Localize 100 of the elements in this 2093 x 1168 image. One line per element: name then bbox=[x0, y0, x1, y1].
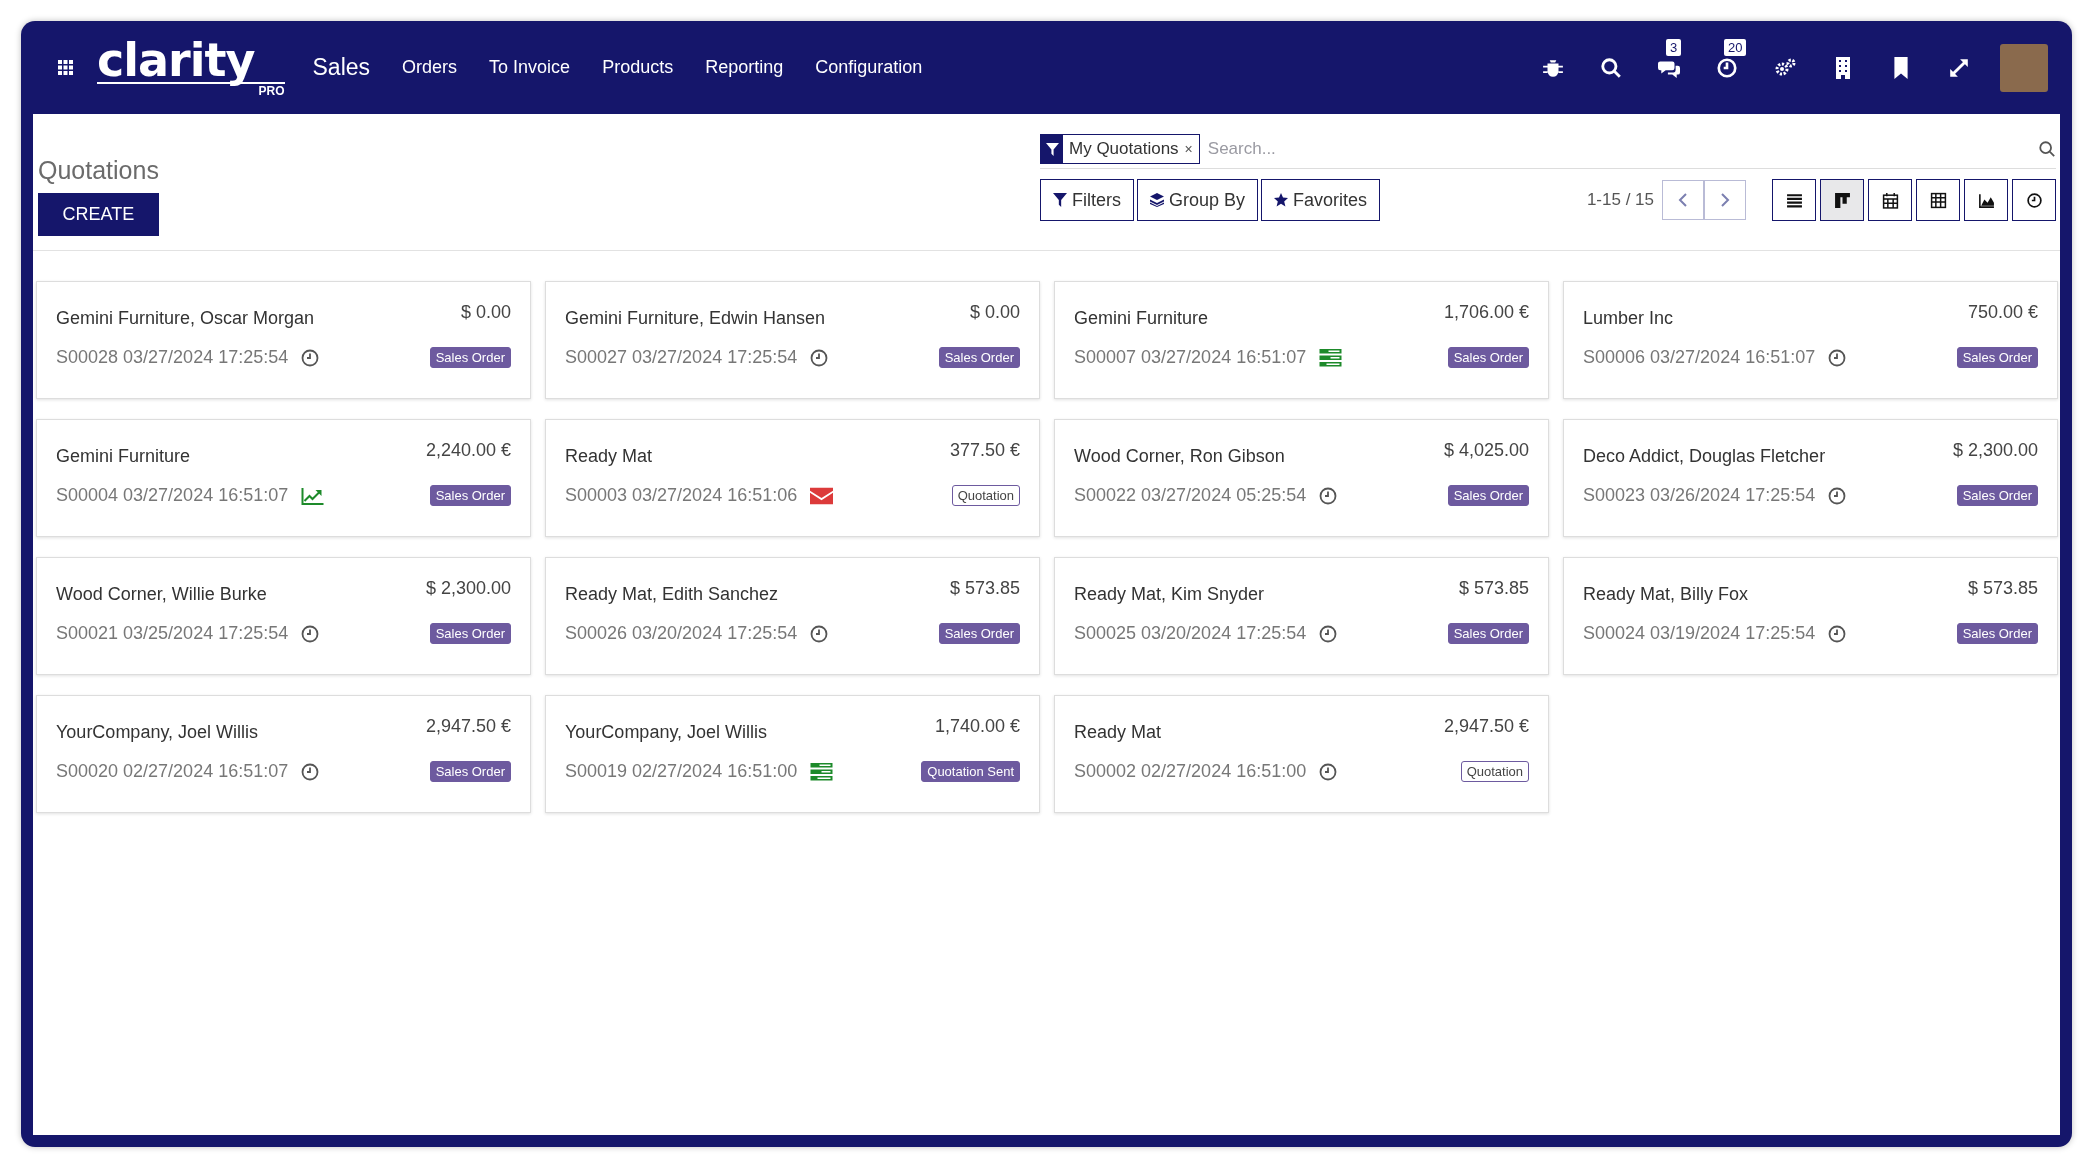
app-name[interactable]: Sales bbox=[312, 54, 371, 81]
customer-name: Ready Mat bbox=[565, 446, 653, 467]
customer-name: Wood Corner, Ron Gibson bbox=[1074, 446, 1285, 467]
create-button[interactable]: CREATE bbox=[38, 193, 159, 236]
clock-icon[interactable] bbox=[1319, 486, 1338, 505]
group-by-button[interactable]: Group By bbox=[1137, 179, 1259, 221]
customer-name: Wood Corner, Willie Burke bbox=[56, 584, 267, 605]
list-icon bbox=[1785, 191, 1803, 209]
quotation-card[interactable]: Lumber Inc 750.00 € S00006 03/27/2024 16:51:07 Sales Order bbox=[1563, 281, 2058, 399]
amount: $ 573.85 bbox=[1458, 578, 1529, 599]
order-reference: S00028 03/27/2024 17:25:54 bbox=[56, 347, 289, 368]
order-reference: S00022 03/27/2024 05:25:54 bbox=[1074, 485, 1307, 506]
amount: 1,706.00 € bbox=[1443, 302, 1529, 323]
quotation-card[interactable]: Wood Corner, Ron Gibson $ 4,025.00 S00022 03/27/2024 05:25:54 Sales Order bbox=[1054, 419, 1549, 537]
clock-icon[interactable] bbox=[1319, 762, 1338, 781]
apps-grid-icon[interactable] bbox=[58, 60, 73, 75]
menu-item[interactable]: Products bbox=[602, 57, 674, 78]
quotation-card[interactable]: Gemini Furniture, Edwin Hansen $ 0.00 S00027 03/27/2024 17:25:54 Sales Order bbox=[545, 281, 1040, 399]
pivot-view-button[interactable] bbox=[1916, 179, 1960, 221]
star-icon bbox=[1274, 193, 1289, 207]
amount: $ 573.85 bbox=[1967, 578, 2038, 599]
facet-label: My Quotations bbox=[1068, 139, 1180, 159]
status-tag: Quotation bbox=[951, 485, 1020, 506]
order-reference: S00004 03/27/2024 16:51:07 bbox=[56, 485, 289, 506]
status-tag: Sales Order bbox=[1447, 623, 1529, 644]
customer-name: Gemini Furniture, Edwin Hansen bbox=[565, 308, 826, 329]
status-tag: Quotation Sent bbox=[921, 761, 1020, 782]
clock-icon[interactable] bbox=[301, 762, 320, 781]
quotation-card[interactable]: Wood Corner, Willie Burke $ 2,300.00 S00021 03/25/2024 17:25:54 Sales Order bbox=[36, 557, 531, 675]
facet-remove[interactable]: × bbox=[1184, 141, 1199, 157]
kanban-icon bbox=[1833, 191, 1851, 209]
avatar-photo-placeholder[interactable] bbox=[2000, 43, 2048, 92]
customer-name: Ready Mat bbox=[1074, 722, 1162, 743]
quotation-card[interactable]: Ready Mat 2,947.50 € S00002 02/27/2024 16:51:00 Quotation bbox=[1054, 695, 1549, 813]
amount: $ 2,300.00 bbox=[425, 578, 511, 599]
layers-icon bbox=[1150, 193, 1164, 207]
menu-item[interactable]: Reporting bbox=[705, 57, 784, 78]
clock-icon[interactable] bbox=[1828, 348, 1847, 367]
quotation-card[interactable]: Ready Mat 377.50 € S00003 03/27/2024 16:51:06 Quotation bbox=[545, 419, 1040, 537]
favorites-button[interactable]: Favorites bbox=[1261, 179, 1381, 221]
quotation-card[interactable]: YourCompany, Joel Willis 2,947.50 € S00020 02/27/2024 16:51:07 Sales Order bbox=[36, 695, 531, 813]
customer-name: Ready Mat, Kim Snyder bbox=[1074, 584, 1265, 605]
status-tag: Sales Order bbox=[1956, 623, 2038, 644]
amount: 2,947.50 € bbox=[1443, 716, 1529, 737]
clock-icon[interactable] bbox=[1828, 624, 1847, 643]
quotation-card[interactable]: Gemini Furniture, Oscar Morgan $ 0.00 S00028 03/27/2024 17:25:54 Sales Order bbox=[36, 281, 531, 399]
search-icon[interactable] bbox=[1600, 56, 1622, 79]
clock-icon[interactable] bbox=[301, 624, 320, 643]
order-reference: S00026 03/20/2024 17:25:54 bbox=[565, 623, 798, 644]
status-tag: Sales Order bbox=[429, 485, 511, 506]
page-title: Quotations bbox=[38, 156, 159, 185]
menu-item[interactable]: Orders bbox=[402, 57, 458, 78]
order-reference: S00027 03/27/2024 17:25:54 bbox=[565, 347, 798, 368]
calendar-icon bbox=[1881, 191, 1899, 209]
activity-view-button[interactable] bbox=[2012, 179, 2056, 221]
clock-icon bbox=[2025, 191, 2043, 209]
order-reference: S00007 03/27/2024 16:51:07 bbox=[1074, 347, 1307, 368]
filter-icon bbox=[1053, 193, 1067, 207]
search-facet[interactable]: My Quotations × bbox=[1040, 134, 1200, 164]
table-grid-icon bbox=[1929, 191, 1947, 209]
search-icon[interactable] bbox=[2038, 140, 2056, 158]
message-count-badge: 3 bbox=[1666, 38, 1682, 56]
status-tag: Sales Order bbox=[429, 623, 511, 644]
clock-icon[interactable] bbox=[1828, 486, 1847, 505]
quotation-card[interactable]: Gemini Furniture 1,706.00 € S00007 03/27/2024 16:51:07 Sales Order bbox=[1054, 281, 1549, 399]
list-view-button[interactable] bbox=[1772, 179, 1816, 221]
amount: 377.50 € bbox=[949, 440, 1020, 461]
customer-name: Gemini Furniture bbox=[1074, 308, 1209, 329]
order-reference: S00003 03/27/2024 16:51:06 bbox=[565, 485, 798, 506]
trend-chart-icon[interactable] bbox=[301, 486, 325, 505]
clock-icon[interactable] bbox=[301, 348, 320, 367]
status-tag: Sales Order bbox=[1956, 347, 2038, 368]
customer-name: Ready Mat, Edith Sanchez bbox=[565, 584, 779, 605]
quotation-card[interactable]: Ready Mat, Kim Snyder $ 573.85 S00025 03/20/2024 17:25:54 Sales Order bbox=[1054, 557, 1549, 675]
expand-icon[interactable] bbox=[1948, 56, 1970, 79]
quotation-card[interactable]: Deco Addict, Douglas Fletcher $ 2,300.00 S00023 03/26/2024 17:25:54 Sales Order bbox=[1563, 419, 2058, 537]
clock-icon[interactable] bbox=[810, 624, 829, 643]
list-icon[interactable] bbox=[810, 762, 834, 781]
status-tag: Sales Order bbox=[1447, 485, 1529, 506]
graph-view-button[interactable] bbox=[1964, 179, 2008, 221]
envelope-icon[interactable] bbox=[810, 486, 834, 505]
amount: $ 2,300.00 bbox=[1952, 440, 2038, 461]
quotation-card[interactable]: YourCompany, Joel Willis 1,740.00 € S00019 02/27/2024 16:51:00 Quotation Sent bbox=[545, 695, 1040, 813]
amount: $ 0.00 bbox=[969, 302, 1020, 323]
quotation-card[interactable]: Ready Mat, Billy Fox $ 573.85 S00024 03/19/2024 17:25:54 Sales Order bbox=[1563, 557, 2058, 675]
menu-item[interactable]: Configuration bbox=[815, 57, 923, 78]
list-icon[interactable] bbox=[1319, 348, 1343, 367]
quotation-card[interactable]: Ready Mat, Edith Sanchez $ 573.85 S00026 03/20/2024 17:25:54 Sales Order bbox=[545, 557, 1040, 675]
clarity-logo[interactable]: clarity PRO bbox=[97, 38, 285, 97]
clock-icon[interactable] bbox=[810, 348, 829, 367]
kanban-view-button[interactable] bbox=[1820, 179, 1864, 221]
quotation-card[interactable]: Gemini Furniture 2,240.00 € S00004 03/27/2024 16:51:07 Sales Order bbox=[36, 419, 531, 537]
status-tag: Sales Order bbox=[1956, 485, 2038, 506]
clock-icon[interactable] bbox=[1319, 624, 1338, 643]
activity-count-badge: 20 bbox=[1724, 38, 1747, 56]
customer-name: Deco Addict, Douglas Fletcher bbox=[1583, 446, 1826, 467]
menu-item[interactable]: To Invoice bbox=[489, 57, 571, 78]
filters-button[interactable]: Filters bbox=[1040, 179, 1134, 221]
order-reference: S00023 03/26/2024 17:25:54 bbox=[1583, 485, 1816, 506]
calendar-view-button[interactable] bbox=[1868, 179, 1912, 221]
